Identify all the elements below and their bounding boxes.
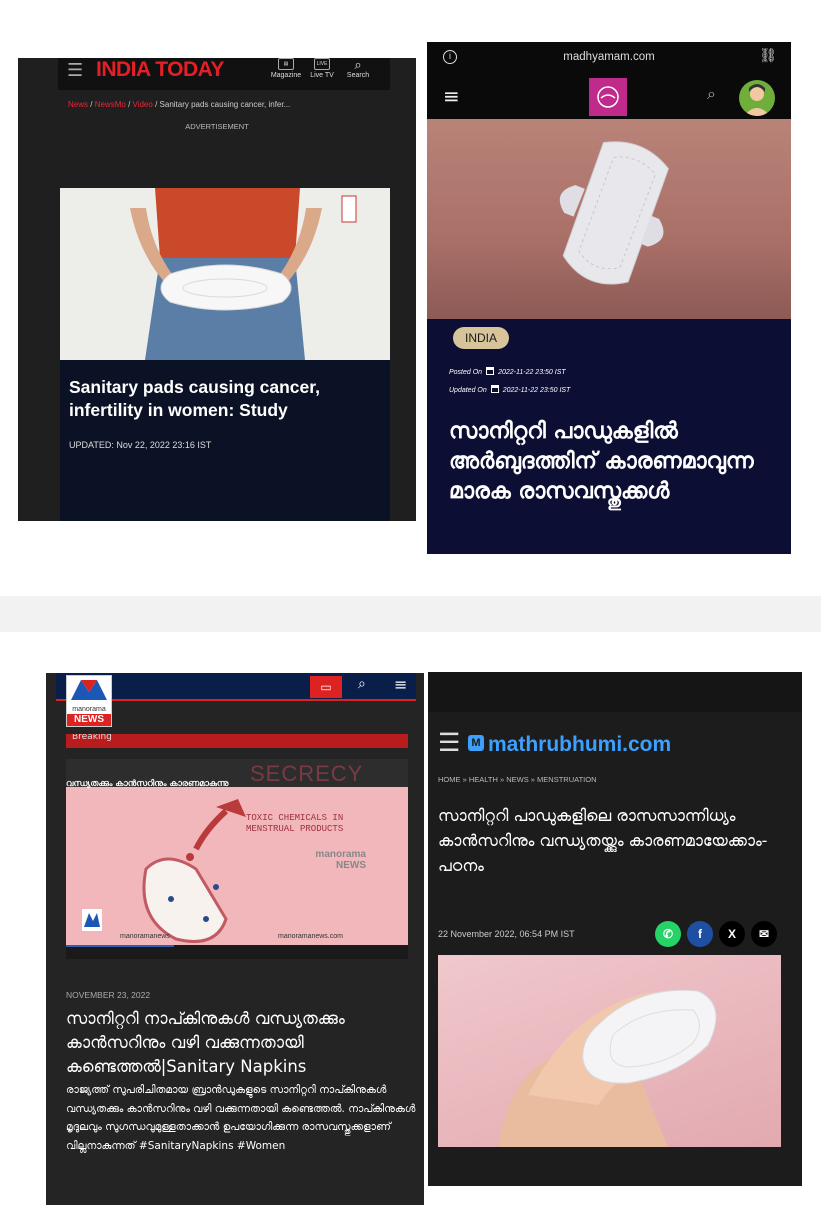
breaking-ticker[interactable]: Breaking bbox=[66, 734, 408, 748]
manorama-logo-icon bbox=[71, 680, 107, 700]
search-icon[interactable]: ⌕ bbox=[707, 84, 716, 104]
madhyamam-screenshot: i madhyamam.com ⛓ ≡ ⌕ INDIA Posted On 202… bbox=[427, 42, 791, 554]
live-tv-icon[interactable]: LIVE Live TV bbox=[304, 58, 340, 79]
article-image[interactable] bbox=[438, 955, 781, 1147]
calendar-icon bbox=[486, 367, 495, 375]
whatsapp-icon[interactable]: ✆ bbox=[655, 921, 681, 947]
article-headline[interactable]: സാനിറ്ററി പാഡുകളിലെ രാസസാന്നിധ്യം കാൻസറി… bbox=[438, 803, 788, 878]
user-avatar-icon bbox=[744, 84, 770, 116]
brand-name: mathrubhumi.com bbox=[488, 733, 672, 756]
site-url: manoramanews.com bbox=[278, 933, 343, 940]
manorama-header: manorama NEWS ▭ ⌕ ≡ bbox=[56, 673, 416, 727]
article-image[interactable] bbox=[60, 188, 390, 360]
madhyamam-logo[interactable] bbox=[589, 78, 627, 116]
x-icon[interactable]: X bbox=[719, 921, 745, 947]
article-headline[interactable]: സാനിറ്ററി പാഡുകളിൽ അർബുദത്തിന് കാരണമാവുന… bbox=[449, 417, 769, 507]
breadcrumb-news[interactable]: News bbox=[68, 100, 88, 109]
breadcrumb-video[interactable]: Video bbox=[133, 100, 153, 109]
media-subheading: TOXIC CHEMICALS IN MENSTRUAL PRODUCTS bbox=[246, 813, 344, 834]
video-thumbnail[interactable]: SECRECY TOXIC CHEMICALS IN MENSTRUAL PRO… bbox=[66, 759, 408, 959]
logo-bottom-text: NEWS bbox=[67, 714, 111, 726]
article-date: 22 November 2022, 06:54 PM IST bbox=[438, 929, 575, 939]
hamburger-menu-icon[interactable]: ☰ bbox=[438, 728, 460, 757]
calendar-icon bbox=[490, 385, 499, 393]
breadcrumb: News / NewsMo / Video / Sanitary pads ca… bbox=[68, 100, 291, 109]
mathrubhumi-logo-mark: M bbox=[468, 735, 484, 751]
india-today-logo[interactable]: INDIA TODAY bbox=[96, 58, 224, 82]
top-bar bbox=[428, 672, 802, 712]
search-icon[interactable]: ⌕ bbox=[358, 676, 366, 692]
hamburger-menu-icon[interactable]: ☰ bbox=[67, 60, 83, 81]
manorama-news-screenshot: manorama NEWS ▭ ⌕ ≡ Breaking SECRECY TOX… bbox=[46, 673, 424, 1205]
posted-on: Posted On 2022-11-22 23:50 IST bbox=[449, 367, 566, 376]
posted-label: Posted On bbox=[449, 369, 483, 376]
magazine-icon[interactable]: ▤ Magazine bbox=[268, 58, 304, 79]
breadcrumb[interactable]: HOME » HEALTH » NEWS » MENSTRUATION bbox=[438, 775, 597, 784]
link-icon[interactable]: ⛓ bbox=[759, 48, 777, 64]
advertisement-label: ADVERTISEMENT bbox=[185, 122, 249, 131]
menu-icon[interactable]: ≡ bbox=[394, 675, 407, 694]
headline-card: Sanitary pads causing cancer, infertilit… bbox=[60, 360, 390, 521]
browser-bar: i madhyamam.com ⛓ ≡ ⌕ bbox=[427, 42, 791, 119]
india-today-screenshot: ☰ INDIA TODAY ▤ Magazine LIVE Live TV ⌕ Sea… bbox=[18, 58, 416, 521]
article-headline[interactable]: Sanitary pads causing cancer, infertilit… bbox=[69, 376, 384, 422]
sanitary-pad-illustration bbox=[559, 141, 670, 285]
video-title: വന്ധ്യതക്കും കാൻസറിനും കാരണമാകുന്നു bbox=[66, 779, 229, 789]
woman-holding-pad-illustration bbox=[60, 188, 390, 360]
media-heading-secrecy: SECRECY bbox=[250, 761, 364, 786]
url-text[interactable]: madhyamam.com bbox=[427, 51, 791, 63]
breadcrumb-newsmo[interactable]: NewsMo bbox=[95, 100, 126, 109]
posted-date: 2022-11-22 23:50 IST bbox=[498, 369, 566, 376]
search-icon[interactable]: ⌕ Search bbox=[340, 58, 376, 80]
logo-top-text: manorama bbox=[72, 706, 106, 713]
article-headline[interactable]: സാനിറ്ററി നാപ്കിനുകൾ വന്ധ്യതക്കും കാൻസറി… bbox=[66, 1007, 416, 1079]
hamburger-menu-icon[interactable]: ≡ bbox=[443, 84, 460, 108]
updated-timestamp: UPDATED: Nov 22, 2022 23:16 IST bbox=[69, 440, 212, 450]
manorama-news-logo[interactable]: manorama NEWS bbox=[66, 675, 112, 727]
hands-holding-pad-illustration bbox=[498, 989, 717, 1147]
mathrubhumi-logo[interactable]: M mathrubhumi.com bbox=[468, 733, 671, 757]
tv-icon[interactable]: ▭ bbox=[310, 676, 342, 698]
email-icon[interactable]: ✉ bbox=[751, 921, 777, 947]
category-badge[interactable]: INDIA bbox=[453, 327, 510, 349]
avatar[interactable] bbox=[739, 80, 775, 116]
updated-date: 2022-11-22 23:50 IST bbox=[502, 387, 571, 394]
section-divider bbox=[0, 596, 821, 632]
article-date: NOVEMBER 23, 2022 bbox=[66, 990, 151, 1000]
updated-label: Updated On bbox=[449, 387, 487, 394]
india-today-header: ☰ INDIA TODAY ▤ Magazine LIVE Live TV ⌕ Sea… bbox=[58, 58, 390, 90]
article-image[interactable] bbox=[427, 119, 791, 319]
social-handle: manoramanews bbox=[120, 933, 170, 940]
article-description: രാജ്യത്ത് സുപരിചിതമായ ബ്രാൻഡുകളുടെ സാനിറ… bbox=[66, 1084, 416, 1152]
updated-on: Updated On 2022-11-22 23:50 IST bbox=[449, 385, 570, 394]
watermark: manorama NEWS bbox=[315, 849, 366, 871]
facebook-icon[interactable]: f bbox=[687, 921, 713, 947]
breadcrumb-current: Sanitary pads causing cancer, infer... bbox=[159, 100, 291, 109]
mathrubhumi-screenshot: ☰ M mathrubhumi.com HOME » HEALTH » NEWS… bbox=[428, 672, 802, 1186]
madhyamam-logo-icon bbox=[597, 86, 619, 108]
